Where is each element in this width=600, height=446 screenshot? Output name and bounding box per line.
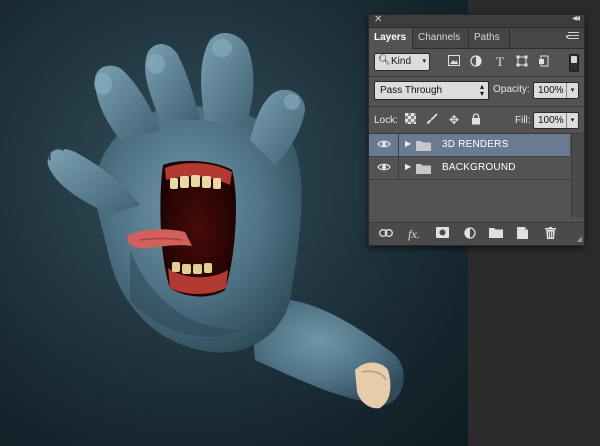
resize-grip-icon[interactable]: ◢: [577, 235, 582, 243]
kind-filter-label: Kind: [391, 56, 412, 67]
lock-transparency-icon[interactable]: [403, 113, 417, 127]
opacity-field[interactable]: 100% ▾: [533, 82, 579, 99]
close-icon[interactable]: ✕: [374, 14, 382, 25]
opacity-label: Opacity:: [493, 84, 530, 95]
filter-toggle-switch[interactable]: [569, 54, 579, 72]
layers-scrollbar[interactable]: [571, 134, 584, 218]
layer-name[interactable]: BACKGROUND: [442, 162, 516, 173]
tab-paths[interactable]: Paths: [469, 28, 510, 48]
chevron-down-icon[interactable]: ▾: [566, 113, 578, 128]
lock-pixels-brush-icon[interactable]: [425, 113, 439, 127]
link-layers-icon[interactable]: [379, 227, 393, 241]
new-layer-icon[interactable]: [515, 227, 529, 241]
layer-row-background[interactable]: ▶ BACKGROUND: [369, 157, 570, 180]
chevron-down-icon: ▾: [422, 58, 426, 65]
delete-icon[interactable]: [543, 227, 557, 241]
panel-bottom-bar: fx. ◢: [369, 222, 584, 245]
lock-label: Lock:: [374, 115, 398, 126]
fill-field[interactable]: 100% ▾: [533, 112, 579, 129]
lock-all-icon[interactable]: [469, 113, 483, 127]
tab-layers[interactable]: Layers: [369, 28, 413, 49]
adjustment-filter-icon[interactable]: [469, 55, 483, 69]
opacity-value: 100%: [538, 85, 564, 96]
layer-name[interactable]: 3D RENDERS: [442, 139, 508, 150]
image-filter-icon[interactable]: [447, 55, 461, 69]
panel-titlebar[interactable]: ✕ ◂◂: [369, 13, 584, 28]
expand-triangle-icon[interactable]: ▶: [405, 162, 411, 171]
chevron-down-icon[interactable]: ▾: [566, 83, 578, 98]
chevron-updown-icon: ▴ ▾: [479, 82, 484, 98]
divider: [369, 76, 584, 77]
layers-panel: ✕ ◂◂ Layers Channels Paths ▾ 🔍︎ Kind ▾ T: [368, 13, 585, 246]
visibility-eye-icon[interactable]: [377, 162, 391, 174]
collapse-icon[interactable]: ◂◂: [572, 13, 580, 24]
expand-triangle-icon[interactable]: ▶: [405, 139, 411, 148]
adjustment-layer-icon[interactable]: [463, 227, 477, 241]
kind-filter-dropdown[interactable]: 🔍︎ Kind ▾: [374, 53, 430, 71]
lock-position-move-icon[interactable]: ✥: [447, 113, 461, 127]
blend-mode-dropdown[interactable]: Pass Through ▴ ▾: [374, 81, 489, 100]
type-filter-icon[interactable]: T: [493, 55, 507, 69]
panel-menu-icon[interactable]: [568, 32, 579, 42]
divider: [369, 106, 584, 107]
smart-object-filter-icon[interactable]: [537, 55, 551, 69]
add-mask-icon[interactable]: [435, 227, 449, 241]
filter-row: 🔍︎ Kind ▾ T: [369, 51, 584, 75]
fill-value: 100%: [538, 115, 564, 126]
divider: [398, 157, 399, 179]
new-group-icon[interactable]: [489, 227, 503, 241]
layers-list: ▶ 3D RENDERS ▶ BACKGROUND: [369, 134, 570, 220]
shape-filter-icon[interactable]: [515, 55, 529, 69]
layer-row-3d-renders[interactable]: ▶ 3D RENDERS: [369, 134, 570, 157]
fill-label: Fill:: [515, 115, 531, 126]
fx-icon[interactable]: fx.: [407, 227, 421, 241]
blend-mode-value: Pass Through: [380, 85, 443, 96]
tab-channels[interactable]: Channels: [413, 28, 469, 48]
panel-tabs: Layers Channels Paths ▾: [369, 28, 584, 49]
folder-icon: [416, 140, 431, 151]
blend-row: Pass Through ▴ ▾ Opacity: 100% ▾: [369, 81, 584, 103]
divider: [398, 134, 399, 156]
folder-icon: [416, 163, 431, 174]
lock-row: Lock: ✥ Fill: 100% ▾: [369, 111, 584, 133]
search-icon: 🔍︎: [378, 55, 391, 66]
visibility-eye-icon[interactable]: [377, 139, 391, 151]
